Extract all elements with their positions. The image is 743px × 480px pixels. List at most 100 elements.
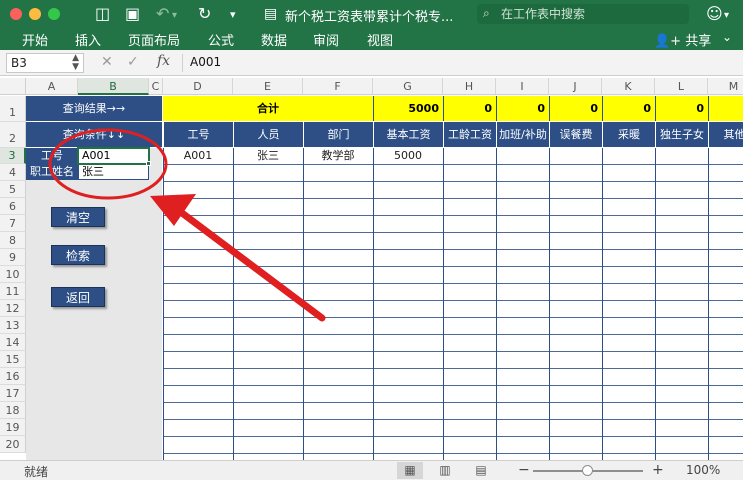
page-break-view-icon[interactable]: ▤	[468, 462, 494, 479]
redo-icon[interactable]: ↻	[198, 4, 211, 24]
insert-function-button[interactable]: fx	[157, 53, 170, 69]
tab-data[interactable]: 数据	[261, 30, 287, 49]
total-label: 合计	[163, 96, 373, 121]
row-base-salary: 5000	[394, 149, 422, 162]
table-column-line	[303, 148, 304, 460]
row-header-12[interactable]: 12	[0, 300, 26, 317]
smiley-feedback-icon[interactable]: ☺	[706, 4, 723, 24]
total-value: 0	[443, 96, 496, 121]
row-header-2[interactable]: 2	[0, 122, 26, 148]
close-window-button[interactable]	[10, 8, 22, 20]
select-all-corner[interactable]	[0, 78, 26, 95]
collapse-ribbon-icon[interactable]: ⌄	[722, 30, 732, 44]
table-header: 工龄工资	[443, 122, 496, 147]
save-icon[interactable]: ▣	[125, 4, 140, 24]
tab-page-layout[interactable]: 页面布局	[128, 30, 180, 49]
column-header-c[interactable]: C	[149, 78, 163, 95]
column-header-e[interactable]: E	[233, 78, 303, 95]
sidebar-toggle-icon[interactable]: ◫	[95, 4, 110, 24]
sheet-search[interactable]: ⌕	[477, 4, 689, 24]
table-row-line	[163, 283, 743, 284]
tab-formulas[interactable]: 公式	[208, 30, 234, 49]
row-header-16[interactable]: 16	[0, 368, 26, 385]
zoom-in-button[interactable]: +	[652, 462, 664, 478]
zoom-slider-thumb[interactable]	[582, 465, 593, 476]
column-header-i[interactable]: I	[496, 78, 549, 95]
table-row-line	[163, 385, 743, 386]
share-button[interactable]: 👤+ 共享	[654, 30, 711, 49]
row-header-4[interactable]: 4	[0, 164, 26, 181]
column-header-k[interactable]: K	[602, 78, 655, 95]
table-row-line	[163, 317, 743, 318]
table-row-line	[163, 402, 743, 403]
search-input[interactable]	[501, 5, 681, 23]
table-header: 其他	[708, 122, 743, 147]
undo-dropdown-icon[interactable]: ▾	[172, 6, 177, 26]
row-header-19[interactable]: 19	[0, 419, 26, 436]
add-person-icon: 👤+	[654, 34, 682, 49]
tab-home[interactable]: 开始	[22, 30, 48, 49]
column-header-m[interactable]: M	[708, 78, 743, 95]
column-header-d[interactable]: D	[163, 78, 233, 95]
column-header-l[interactable]: L	[655, 78, 708, 95]
column-header-b[interactable]: B	[78, 78, 149, 95]
clear-button[interactable]: 清空	[51, 207, 105, 227]
search-button[interactable]: 检索	[51, 245, 105, 265]
row-header-9[interactable]: 9	[0, 249, 26, 266]
minimize-window-button[interactable]	[29, 8, 41, 20]
query-condition-header: 查询条件↓↓	[26, 122, 162, 147]
maximize-window-button[interactable]	[48, 8, 60, 20]
row-header-14[interactable]: 14	[0, 334, 26, 351]
status-ready: 就绪	[24, 465, 49, 479]
row-header-13[interactable]: 13	[0, 317, 26, 334]
cancel-edit-icon[interactable]: ✕	[101, 54, 113, 70]
table-column-line	[708, 148, 709, 460]
normal-view-icon[interactable]: ▦	[397, 462, 423, 479]
undo-icon[interactable]: ↶	[156, 4, 169, 24]
table-row-line	[163, 300, 743, 301]
table-row-line	[163, 232, 743, 233]
tab-view[interactable]: 视图	[367, 30, 393, 49]
confirm-edit-icon[interactable]: ✓	[127, 54, 139, 70]
search-icon: ⌕	[483, 6, 490, 20]
column-header-a[interactable]: A	[26, 78, 78, 95]
row-header-5[interactable]: 5	[0, 181, 26, 198]
column-header-h[interactable]: H	[443, 78, 496, 95]
employee-name-label: 职工姓名	[26, 164, 78, 180]
employee-name-input[interactable]: 张三	[78, 164, 149, 180]
fill-handle[interactable]	[146, 161, 151, 166]
row-header-17[interactable]: 17	[0, 385, 26, 402]
row-header-18[interactable]: 18	[0, 402, 26, 419]
table-row-line	[163, 436, 743, 437]
page-layout-view-icon[interactable]: ▥	[432, 462, 458, 479]
table-row-line	[163, 453, 743, 454]
row-header-15[interactable]: 15	[0, 351, 26, 368]
name-box-stepper-icon[interactable]: ▲ ▼	[72, 54, 79, 72]
name-box-value: B3	[11, 56, 27, 70]
feedback-dropdown-icon[interactable]: ▾	[724, 6, 729, 26]
zoom-out-button[interactable]: −	[518, 462, 530, 478]
total-value: 0	[549, 96, 602, 121]
row-header-7[interactable]: 7	[0, 215, 26, 232]
name-box[interactable]: B3 ▲ ▼	[6, 53, 84, 73]
column-header-g[interactable]: G	[373, 78, 443, 95]
tab-insert[interactable]: 插入	[75, 30, 101, 49]
column-header-f[interactable]: F	[303, 78, 373, 95]
row-header-3[interactable]: 3	[0, 148, 26, 164]
row-header-6[interactable]: 6	[0, 198, 26, 215]
row-header-20[interactable]: 20	[0, 436, 26, 453]
row-header-11[interactable]: 11	[0, 283, 26, 300]
table-column-line	[163, 148, 164, 460]
column-header-j[interactable]: J	[549, 78, 602, 95]
customize-toolbar-icon[interactable]: ▾	[230, 5, 236, 25]
row-header-1[interactable]: 1	[0, 96, 26, 122]
back-button[interactable]: 返回	[51, 287, 105, 307]
table-row-line	[163, 181, 743, 182]
row-header-8[interactable]: 8	[0, 232, 26, 249]
row-header-10[interactable]: 10	[0, 266, 26, 283]
formula-input[interactable]: A001	[190, 55, 221, 69]
tab-review[interactable]: 审阅	[313, 30, 339, 49]
worksheet-grid[interactable]: ABCDEFGHIJKLM 1 2 3 4 5 6 7 8 9 10 11 12 13 14 15 16 17 1…	[0, 78, 743, 460]
table-row-line	[163, 334, 743, 335]
zoom-percent[interactable]: 100%	[686, 463, 720, 477]
